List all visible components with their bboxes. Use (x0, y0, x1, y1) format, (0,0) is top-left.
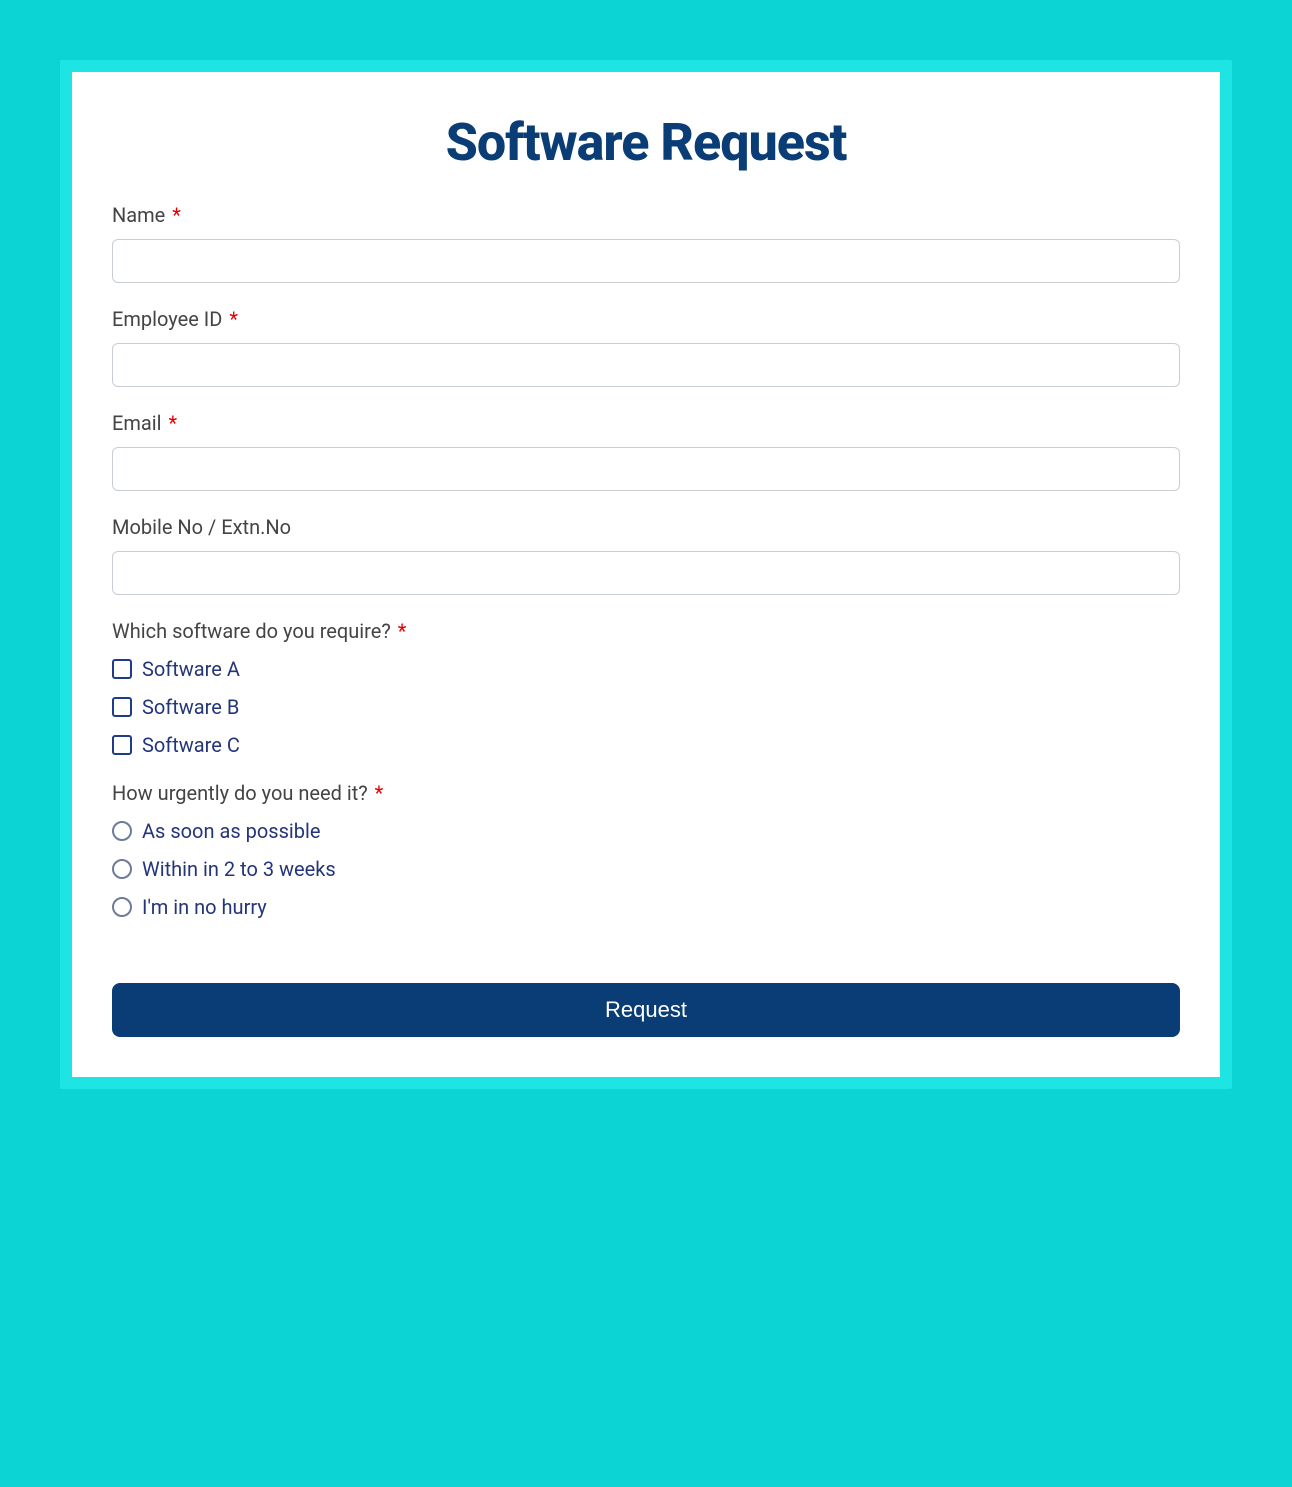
checkbox-icon (112, 659, 132, 679)
radio-icon (112, 897, 132, 917)
field-email: Email * (112, 411, 1180, 491)
submit-button[interactable]: Request (112, 983, 1180, 1037)
required-star: * (172, 203, 181, 227)
urgency-option-asap-label: As soon as possible (142, 819, 320, 843)
software-option-b[interactable]: Software B (112, 695, 1180, 719)
label-urgency-text: How urgently do you need it? (112, 781, 368, 805)
software-option-b-label: Software B (142, 695, 239, 719)
form-title: Software Request (112, 112, 1180, 173)
urgency-option-nohurry[interactable]: I'm in no hurry (112, 895, 1180, 919)
required-star: * (168, 411, 177, 435)
radio-icon (112, 859, 132, 879)
urgency-option-weeks[interactable]: Within in 2 to 3 weeks (112, 857, 1180, 881)
label-urgency: How urgently do you need it? * (112, 781, 1180, 805)
form-card: Software Request Name * Employee ID * Em… (72, 72, 1220, 1077)
urgency-options: As soon as possible Within in 2 to 3 wee… (112, 819, 1180, 919)
urgency-option-weeks-label: Within in 2 to 3 weeks (142, 857, 336, 881)
label-software: Which software do you require? * (112, 619, 1180, 643)
urgency-option-asap[interactable]: As soon as possible (112, 819, 1180, 843)
label-software-text: Which software do you require? (112, 619, 391, 643)
label-employee-id: Employee ID * (112, 307, 1180, 331)
label-mobile: Mobile No / Extn.No (112, 515, 1180, 539)
label-email: Email * (112, 411, 1180, 435)
radio-icon (112, 821, 132, 841)
input-email[interactable] (112, 447, 1180, 491)
form-outer-border: Software Request Name * Employee ID * Em… (60, 60, 1232, 1089)
checkbox-icon (112, 735, 132, 755)
checkbox-icon (112, 697, 132, 717)
label-name-text: Name (112, 203, 165, 227)
label-mobile-text: Mobile No / Extn.No (112, 515, 291, 539)
label-employee-id-text: Employee ID (112, 307, 222, 331)
required-star: * (398, 619, 407, 643)
software-options: Software A Software B Software C (112, 657, 1180, 757)
software-option-a[interactable]: Software A (112, 657, 1180, 681)
label-email-text: Email (112, 411, 162, 435)
urgency-option-nohurry-label: I'm in no hurry (142, 895, 267, 919)
field-employee-id: Employee ID * (112, 307, 1180, 387)
input-mobile[interactable] (112, 551, 1180, 595)
input-name[interactable] (112, 239, 1180, 283)
required-star: * (229, 307, 238, 331)
input-employee-id[interactable] (112, 343, 1180, 387)
field-mobile: Mobile No / Extn.No (112, 515, 1180, 595)
software-option-a-label: Software A (142, 657, 240, 681)
software-option-c[interactable]: Software C (112, 733, 1180, 757)
field-name: Name * (112, 203, 1180, 283)
label-name: Name * (112, 203, 1180, 227)
required-star: * (375, 781, 384, 805)
field-software: Which software do you require? * Softwar… (112, 619, 1180, 757)
field-urgency: How urgently do you need it? * As soon a… (112, 781, 1180, 919)
software-option-c-label: Software C (142, 733, 240, 757)
